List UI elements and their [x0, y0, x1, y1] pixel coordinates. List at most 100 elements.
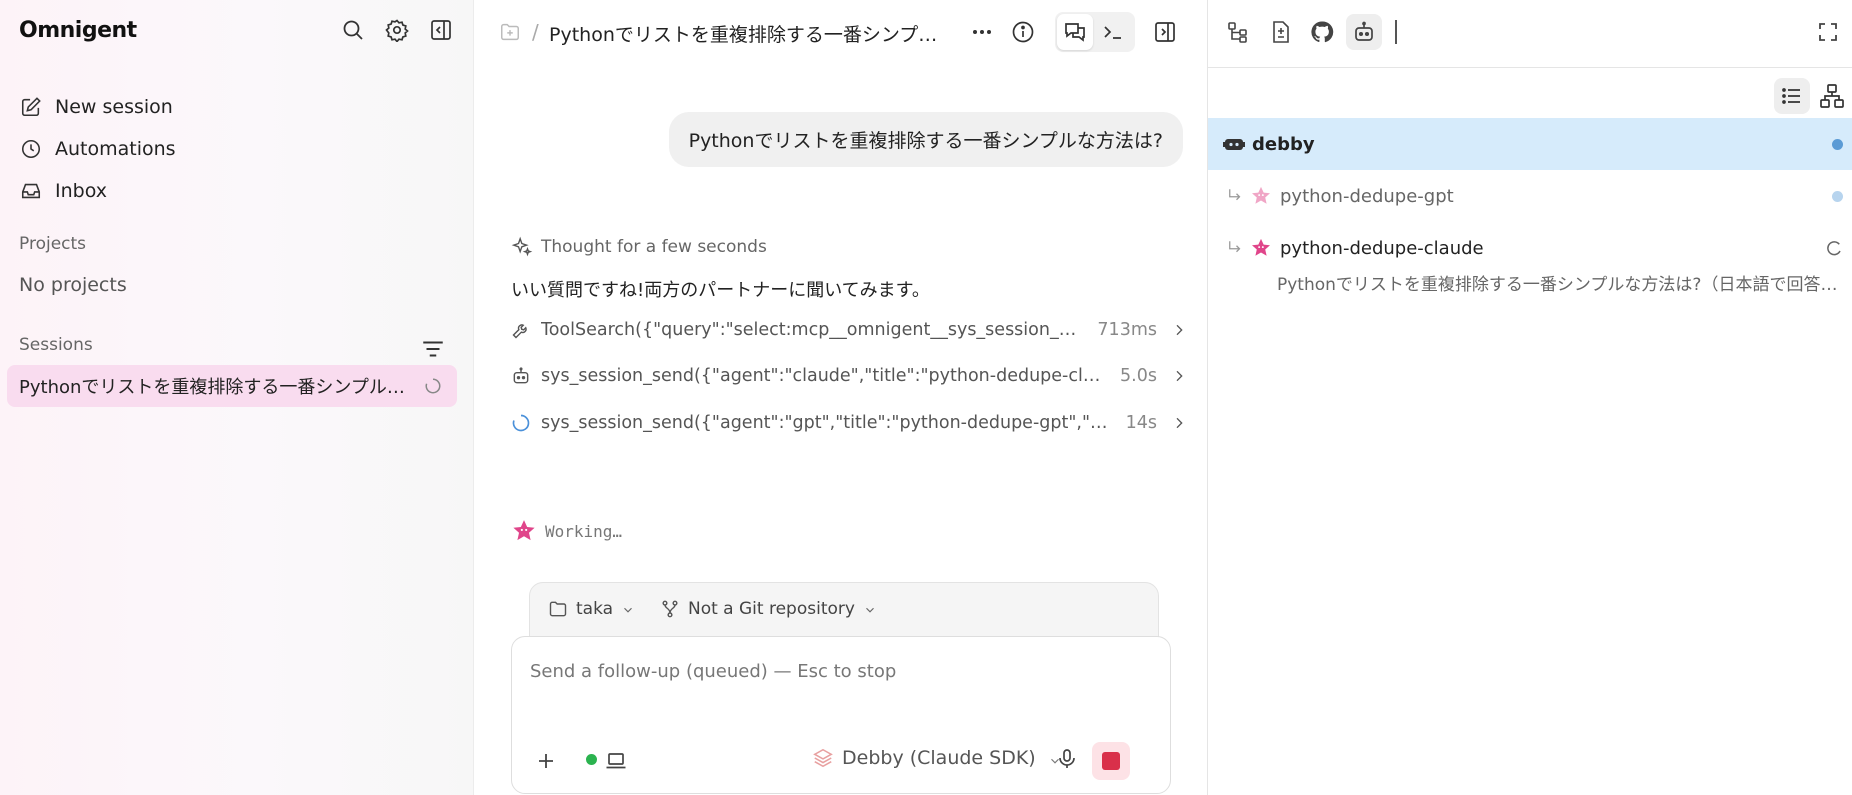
nav-inbox[interactable]: Inbox [20, 170, 176, 212]
layers-icon [812, 747, 834, 769]
clock-icon [20, 138, 42, 160]
nav-label: Automations [55, 138, 176, 160]
inbox-icon [20, 180, 42, 202]
robot-icon[interactable] [1352, 20, 1376, 44]
nav-new-session[interactable]: New session [20, 86, 176, 128]
user-message: Pythonでリストを重複排除する一番シンプルな方法は? [668, 112, 1183, 167]
graph-view-icon[interactable] [1814, 78, 1850, 114]
tool-call-duration: 14s [1125, 413, 1157, 433]
robot-icon [511, 366, 531, 386]
session-item[interactable]: Pythonでリストを重複排除する一番シンプルな方法は? [7, 365, 457, 407]
folder-icon [548, 599, 568, 619]
status-dot [1832, 138, 1843, 150]
nav-label: New session [55, 96, 173, 118]
info-icon[interactable] [1011, 20, 1035, 44]
agent-name: debby [1252, 133, 1315, 155]
nav-label: Inbox [55, 180, 107, 202]
agent-item-debby[interactable]: debby [1208, 118, 1852, 170]
session-title: Pythonでリストを重複排除する一番シンプルな方法は? [19, 377, 414, 398]
collapse-sidebar-icon[interactable] [429, 18, 453, 42]
chevron-right-icon [1171, 368, 1187, 384]
file-diff-icon[interactable] [1268, 20, 1292, 44]
context-bar: taka Not a Git repository [529, 582, 1159, 642]
sidebar-toolbar [341, 18, 453, 42]
more-icon[interactable] [970, 20, 994, 44]
tool-call-text: sys_session_send({"agent":"gpt","title":… [541, 413, 1112, 433]
search-icon[interactable] [341, 18, 365, 42]
folder-plus-icon[interactable] [499, 21, 521, 43]
star-mascot-icon [511, 518, 537, 544]
agent-item-python-dedupe-gpt[interactable]: python-dedupe-gpt [1208, 170, 1852, 222]
view-mode-toggle [1055, 12, 1135, 52]
toggle-right-panel-icon[interactable] [1153, 20, 1177, 44]
chat-bubbles-icon[interactable] [1063, 20, 1087, 44]
page-title: Pythonでリストを重複排除する一番シンプルな方法は? [549, 24, 949, 46]
model-selector[interactable]: Debby (Claude SDK) [812, 747, 1062, 769]
microphone-icon[interactable] [1055, 747, 1079, 771]
stop-icon [1102, 752, 1120, 770]
gear-icon[interactable] [385, 18, 409, 42]
agent-name: python-dedupe-claude [1280, 237, 1484, 259]
loading-spinner-icon [1825, 239, 1843, 257]
chat-header: / Pythonでリストを重複排除する一番シンプルな方法は? [475, 0, 1207, 64]
child-arrow-icon [1226, 187, 1244, 205]
chat-pane: / Pythonでリストを重複排除する一番シンプルな方法は? Pythonでリス… [475, 0, 1207, 795]
assistant-reply: いい質問ですね!両方のパートナーに聞いてみます。 [511, 280, 930, 301]
git-branch-icon [660, 599, 680, 619]
tool-call-duration: 5.0s [1120, 366, 1157, 386]
terminal-icon[interactable] [1101, 20, 1125, 44]
tool-call-row[interactable]: sys_session_send({"agent":"claude","titl… [511, 360, 1187, 392]
star-mascot-icon [1250, 185, 1272, 207]
plus-icon[interactable] [534, 749, 558, 773]
child-arrow-icon [1226, 239, 1244, 257]
tool-call-row[interactable]: sys_session_send({"agent":"gpt","title":… [511, 407, 1187, 439]
message-composer: Debby (Claude SDK) [511, 636, 1171, 794]
laptop-icon[interactable] [604, 749, 628, 773]
panel-toolbar [1208, 0, 1852, 68]
tool-call-text: ToolSearch({"query":"select:mcp__omnigen… [541, 320, 1084, 340]
tool-call-row[interactable]: ToolSearch({"query":"select:mcp__omnigen… [511, 314, 1187, 346]
robot-icon [1222, 132, 1246, 156]
filter-icon[interactable] [420, 336, 446, 362]
working-label: Working… [545, 521, 623, 541]
no-projects-text: No projects [19, 274, 127, 296]
breadcrumb-separator: / [532, 20, 539, 44]
app-logo: Omnigent [19, 18, 137, 43]
thought-indicator[interactable]: Thought for a few seconds [511, 236, 767, 258]
sparkle-icon [511, 236, 533, 258]
star-mascot-icon [1250, 237, 1272, 259]
message-input[interactable] [530, 661, 1150, 682]
model-label: Debby (Claude SDK) [842, 747, 1036, 769]
loading-spinner-icon [424, 377, 442, 395]
projects-heading: Projects [19, 234, 87, 254]
working-status: Working… [511, 518, 622, 544]
sidebar: Omnigent New session Automations Inbox P… [0, 0, 474, 795]
edit-icon [20, 96, 42, 118]
tool-call-duration: 713ms [1097, 320, 1157, 340]
status-dot [586, 754, 597, 765]
github-icon[interactable] [1310, 20, 1334, 44]
sessions-heading: Sessions [19, 335, 93, 355]
folder-selector[interactable]: taka [548, 599, 635, 619]
text-caret [1395, 20, 1397, 44]
fullscreen-icon[interactable] [1816, 20, 1840, 44]
chevron-down-icon [621, 602, 635, 616]
agent-item-python-dedupe-claude[interactable]: python-dedupe-claude [1208, 222, 1852, 274]
git-repo-selector[interactable]: Not a Git repository [660, 599, 877, 619]
agent-name: python-dedupe-gpt [1280, 185, 1454, 207]
folder-label: taka [576, 599, 614, 619]
tool-call-text: sys_session_send({"agent":"claude","titl… [541, 366, 1107, 386]
status-dot [1832, 190, 1843, 202]
stop-button[interactable] [1092, 742, 1130, 780]
chevron-right-icon [1171, 322, 1187, 338]
thought-label: Thought for a few seconds [541, 237, 767, 257]
agent-subtitle: Pythonでリストを重複排除する一番シンプルな方法は?（日本語で回答してくださ… [1277, 275, 1842, 295]
repo-label: Not a Git repository [688, 599, 855, 619]
agents-panel: debby python-dedupe-gpt python-dedupe-cl… [1207, 0, 1852, 795]
chevron-right-icon [1171, 415, 1187, 431]
list-view-icon[interactable] [1774, 78, 1810, 114]
chevron-down-icon [863, 602, 877, 616]
file-tree-icon[interactable] [1226, 20, 1250, 44]
sidebar-nav: New session Automations Inbox [20, 86, 176, 212]
nav-automations[interactable]: Automations [20, 128, 176, 170]
